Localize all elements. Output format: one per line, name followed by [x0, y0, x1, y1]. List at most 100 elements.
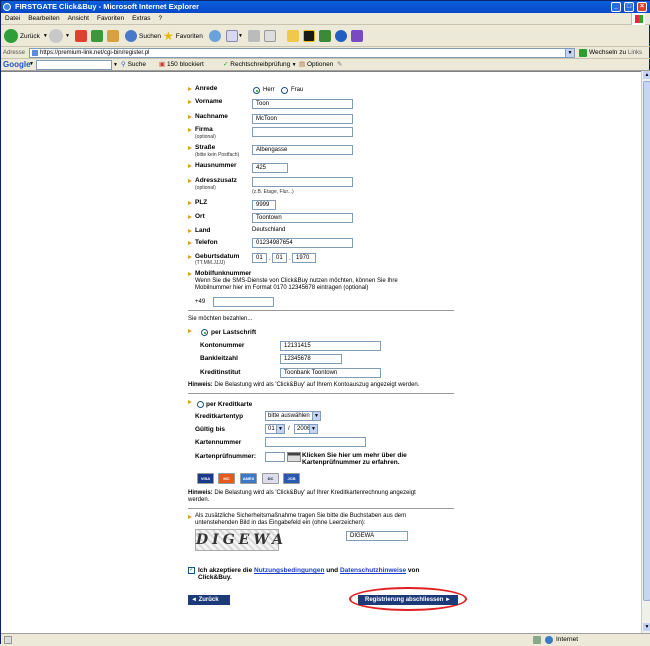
bullet-icon — [188, 229, 192, 233]
back-nav-button[interactable]: ◄ Zurück — [188, 595, 230, 605]
stop-icon — [75, 30, 87, 42]
home-icon — [107, 30, 119, 42]
diners-card-icon: DC — [262, 473, 279, 484]
scrollbar-thumb[interactable] — [643, 81, 650, 601]
menu-ansicht[interactable]: Ansicht — [64, 13, 93, 25]
menu-favoriten[interactable]: Favoriten — [93, 13, 128, 25]
geburtsdatum-format: (TT.MM.JJJJ) — [195, 260, 225, 266]
spellcheck-button[interactable]: ✓ Rechtschreibprüfung ▼ — [223, 59, 297, 71]
page-icon — [32, 50, 38, 56]
firma-input[interactable] — [252, 127, 353, 137]
menu-extras[interactable]: Extras — [128, 13, 154, 25]
agree-text-2: Click&Buy. — [198, 574, 232, 581]
submit-registration-button[interactable]: Registrierung abschliessen ► — [358, 595, 458, 605]
telefon-input[interactable]: 01234987654 — [252, 238, 353, 248]
folder-button[interactable] — [287, 28, 299, 44]
mail-icon — [226, 30, 238, 42]
refresh-button[interactable] — [91, 28, 103, 44]
firma-label: Firma — [195, 126, 213, 133]
agree-checkbox[interactable]: ✓ — [188, 567, 195, 574]
geb-jahr-input[interactable]: 1970 — [292, 253, 316, 263]
hausnummer-input[interactable]: 425 — [252, 163, 288, 173]
kontonummer-label: Kontonummer — [200, 342, 245, 349]
tool-button[interactable] — [351, 28, 363, 44]
google-menu-dropdown[interactable]: ▼ — [29, 61, 35, 69]
divider — [188, 310, 454, 311]
go-button[interactable]: Wechseln zu — [579, 47, 626, 59]
minimize-button[interactable]: _ — [611, 2, 621, 12]
radio-herr[interactable] — [253, 87, 260, 94]
menu-help[interactable]: ? — [155, 13, 167, 25]
messenger-button[interactable] — [319, 28, 331, 44]
bullet-icon — [188, 146, 192, 150]
kontonummer-input[interactable]: 12131415 — [280, 341, 381, 351]
stop-button[interactable] — [75, 28, 87, 44]
menu-datei[interactable]: Datei — [1, 13, 24, 25]
adresszusatz-input[interactable] — [252, 177, 353, 187]
bankleitzahl-input[interactable]: 12345678 — [280, 354, 342, 364]
nachname-input[interactable]: McToon — [252, 114, 353, 124]
pruefnummer-input[interactable] — [265, 452, 285, 462]
bluetooth-button[interactable] — [335, 28, 347, 44]
print-button[interactable] — [248, 28, 260, 44]
close-button[interactable]: × — [637, 2, 647, 12]
mobil-text-1: Wenn Sie die SMS-Dienste von Click&Buy n… — [195, 278, 398, 284]
options-button[interactable]: ▤ Optionen — [299, 59, 333, 71]
land-label: Land — [195, 227, 211, 234]
address-dropdown[interactable]: ▼ — [565, 48, 575, 58]
pencil-icon[interactable]: ✎ — [337, 59, 342, 71]
geburtsdatum-label: Geburtsdatum — [195, 253, 240, 260]
pruef-info-1[interactable]: Klicken Sie hier um mehr über die — [302, 452, 407, 459]
blocker-icon: ▣ — [159, 61, 167, 68]
strasse-input[interactable]: Albengasse — [252, 145, 353, 155]
ie-icon — [3, 3, 11, 11]
home-button[interactable] — [107, 28, 119, 44]
visa-card-icon: VISA — [197, 473, 214, 484]
google-logo[interactable]: Google — [3, 59, 31, 71]
gueltig-monat-select[interactable]: 01 ▼ — [265, 424, 285, 434]
links-label[interactable]: Links — [628, 47, 642, 59]
mail-button[interactable]: ▼ — [226, 28, 243, 44]
chevron-down-icon: ▼ — [312, 412, 320, 420]
geb-tag-input[interactable]: 01 — [252, 253, 267, 263]
vertical-scrollbar[interactable]: ▲ ▼ — [641, 71, 650, 633]
forward-button[interactable]: ▼ — [49, 28, 70, 44]
strasse-hint: (bitte kein Postfach) — [195, 152, 240, 158]
gueltig-jahr-select[interactable]: 2006 ▼ — [294, 424, 318, 434]
address-label: Adresse — [3, 50, 26, 56]
arrow-button[interactable] — [303, 28, 315, 44]
maximize-button[interactable]: □ — [624, 2, 634, 12]
back-button[interactable]: Zurück ▼ — [4, 28, 48, 44]
search-button[interactable]: Suchen — [125, 28, 161, 44]
plz-input[interactable]: 9999 — [252, 200, 276, 210]
popup-blocker[interactable]: ▣ 150 blockiert — [159, 59, 204, 71]
print-icon — [248, 30, 260, 42]
radio-lastschrift[interactable] — [201, 329, 208, 336]
kartentyp-select[interactable]: bitte auswählen ▼ — [265, 411, 321, 421]
ort-label: Ort — [195, 213, 205, 220]
edit-button[interactable] — [264, 28, 276, 44]
page-viewport — [1, 71, 641, 633]
google-search-dropdown[interactable]: ▼ — [113, 59, 118, 71]
radio-kreditkarte[interactable] — [197, 401, 204, 408]
geb-monat-input[interactable]: 01 — [272, 253, 287, 263]
captcha-input[interactable]: DIGEWA — [346, 531, 408, 541]
vorname-input[interactable]: Toon — [252, 99, 353, 109]
menu-bearbeiten[interactable]: Bearbeiten — [24, 13, 63, 25]
history-button[interactable] — [209, 28, 223, 44]
google-search-input[interactable] — [36, 60, 112, 70]
address-input[interactable]: https://premium-link.net/cgi-bin/registe… — [29, 48, 575, 58]
mobil-text-2: Mobilnummer hier im Format 0170 12345678… — [195, 285, 369, 291]
nutzungsbedingungen-link[interactable]: Nutzungsbedingungen — [254, 567, 324, 574]
radio-frau[interactable] — [281, 87, 288, 94]
ort-input[interactable]: Toontown — [252, 213, 353, 223]
pruef-info-2[interactable]: Kartenprüfnummer zu erfahren. — [302, 459, 400, 466]
datenschutz-link[interactable]: Datenschutzhinweise — [340, 567, 406, 574]
mobil-input[interactable] — [213, 297, 274, 307]
chevron-down-icon: ▼ — [309, 425, 317, 433]
google-search-button[interactable]: ⚲ Suche — [121, 59, 146, 71]
favorites-button[interactable]: ★ Favoriten — [163, 28, 203, 44]
kartennummer-input[interactable] — [265, 437, 366, 447]
kreditinstitut-input[interactable]: Toonbank Toontown — [280, 368, 381, 378]
amex-card-icon: AMEX — [240, 473, 257, 484]
